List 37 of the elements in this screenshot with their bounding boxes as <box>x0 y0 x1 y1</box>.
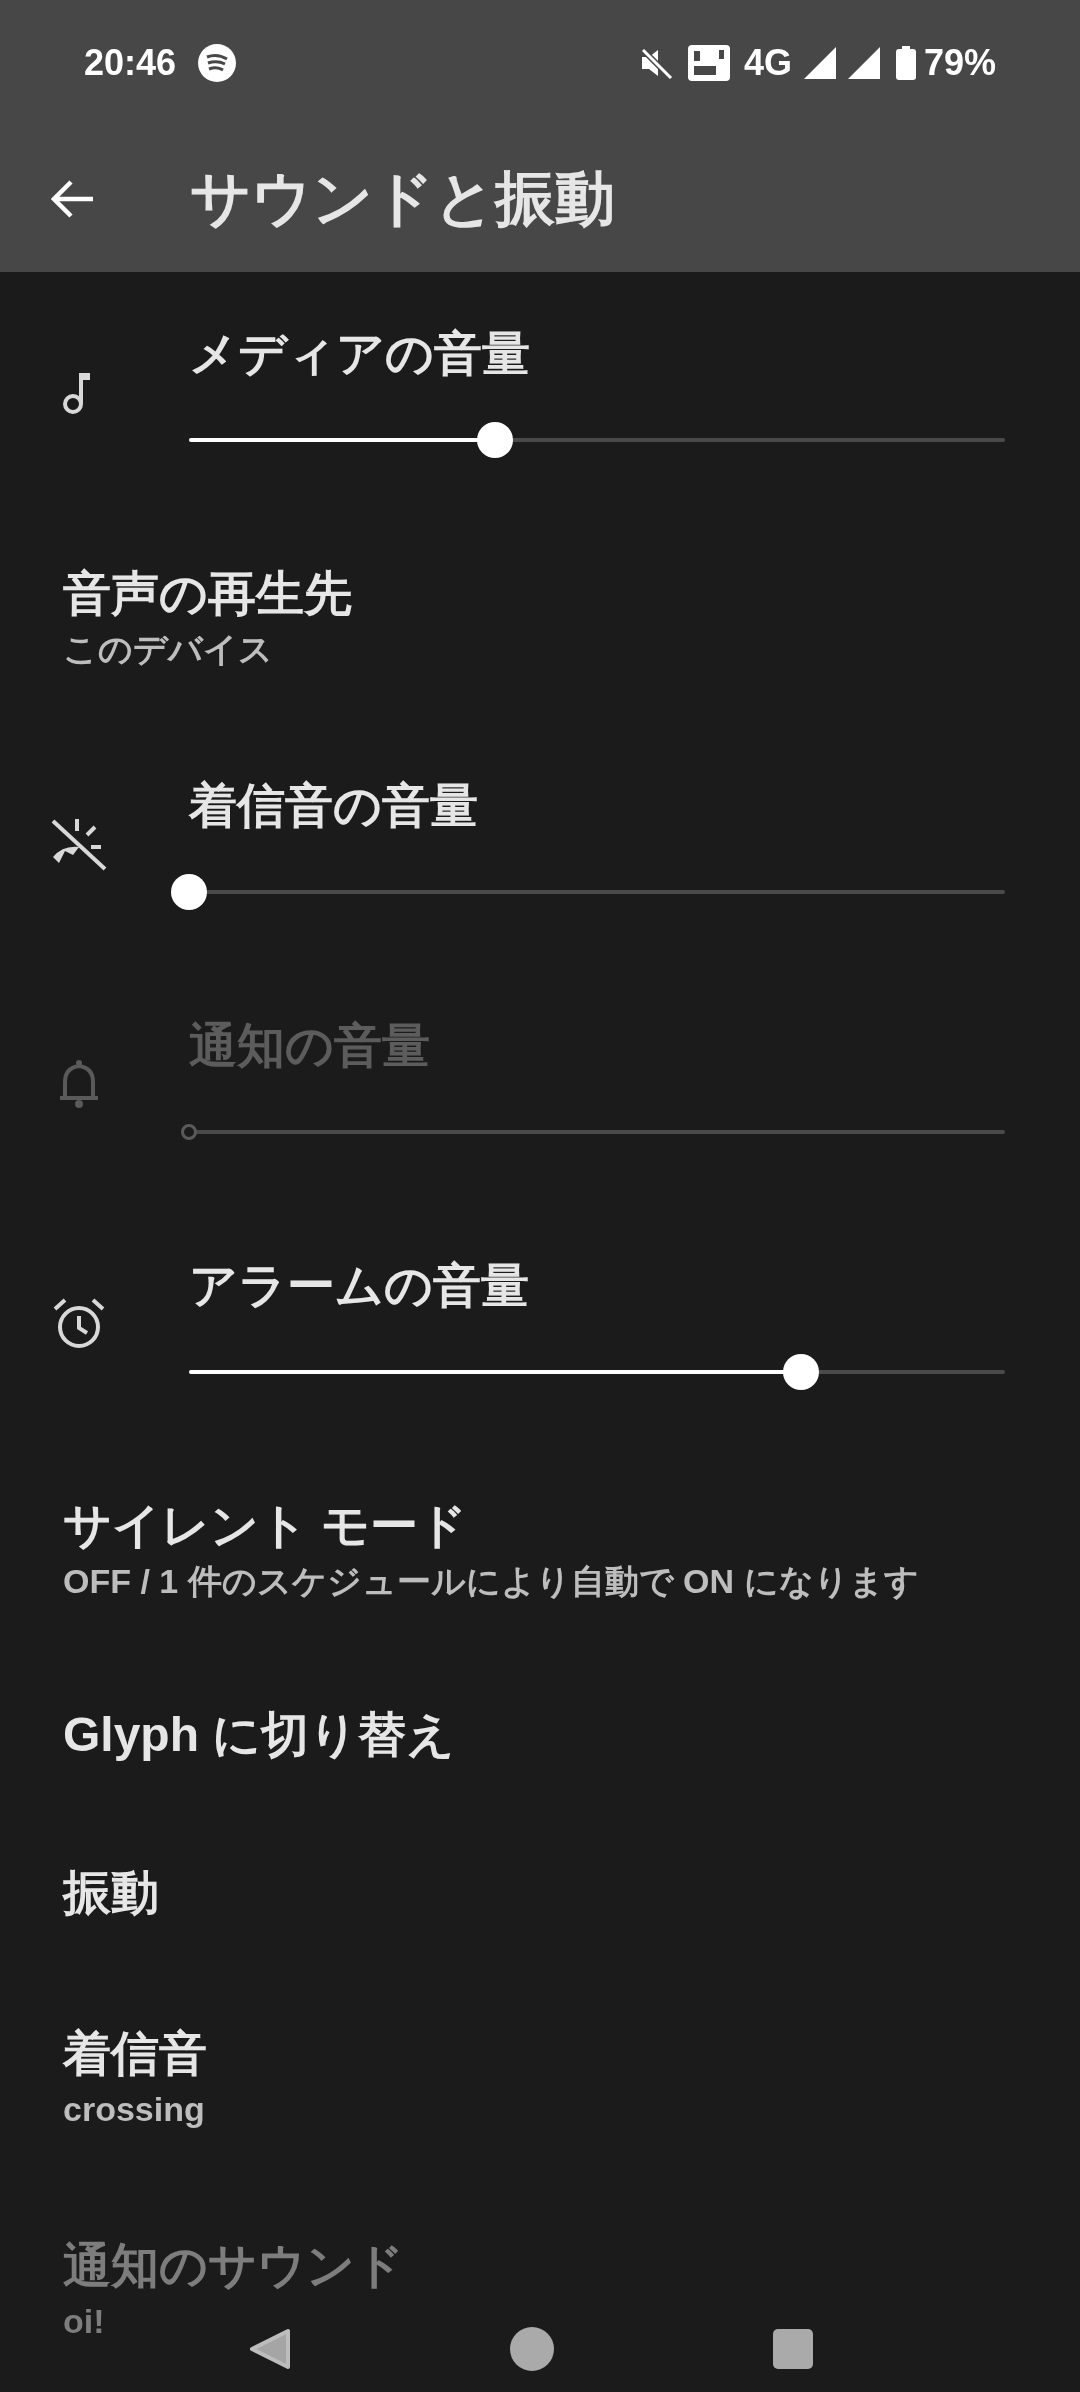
settings-item[interactable]: Glyph に切り替え <box>0 1656 1080 1814</box>
triangle-icon <box>248 2327 292 2371</box>
item-title: 振動 <box>63 1865 159 1921</box>
item-title: 着信音 <box>63 2026 207 2082</box>
circle-icon <box>510 2327 554 2371</box>
mute-icon <box>639 46 674 79</box>
volume-label: メディアの音量 <box>189 326 531 382</box>
slider-thumb[interactable] <box>783 1354 819 1390</box>
signal-icon <box>847 46 880 79</box>
music-app-icon <box>198 43 237 82</box>
item-subtitle: このデバイス <box>63 629 273 670</box>
settings-item[interactable]: 音声の再生先 このデバイス <box>0 512 1080 724</box>
status-time: 20:46 <box>84 40 177 85</box>
settings-item[interactable]: サイレント モード OFF / 1 件のスケジュールにより自動で ON になります <box>0 1444 1080 1656</box>
settings-item[interactable]: 振動 <box>0 1814 1080 1972</box>
square-icon <box>773 2329 813 2369</box>
volume-label: 着信音の音量 <box>189 778 479 834</box>
page-title: サウンドと振動 <box>190 163 615 234</box>
item-title: サイレント モード <box>63 1498 468 1554</box>
battery-icon <box>895 45 916 80</box>
item-title: 通知のサウンド <box>63 2238 404 2294</box>
back-arrow-icon <box>51 178 95 219</box>
item-subtitle: oi! <box>63 2301 105 2342</box>
item-title: Glyph に切り替え <box>63 1707 456 1763</box>
slider-thumb[interactable] <box>477 422 513 458</box>
settings-item[interactable]: 着信音 crossing <box>0 1972 1080 2184</box>
volume-label: アラームの音量 <box>189 1258 530 1314</box>
item-subtitle: OFF / 1 件のスケジュールにより自動で ON になります <box>63 1561 919 1602</box>
item-title: 音声の再生先 <box>63 566 352 622</box>
volte-icon <box>687 44 730 81</box>
battery-level: 79% <box>923 40 996 85</box>
network-type: 4G <box>743 40 792 85</box>
alarm-clock-icon <box>51 1297 106 1351</box>
slider-thumb[interactable] <box>171 874 207 910</box>
signal-icon <box>803 46 836 79</box>
volume-label: 通知の音量 <box>189 1018 431 1074</box>
item-subtitle: crossing <box>63 2089 205 2130</box>
